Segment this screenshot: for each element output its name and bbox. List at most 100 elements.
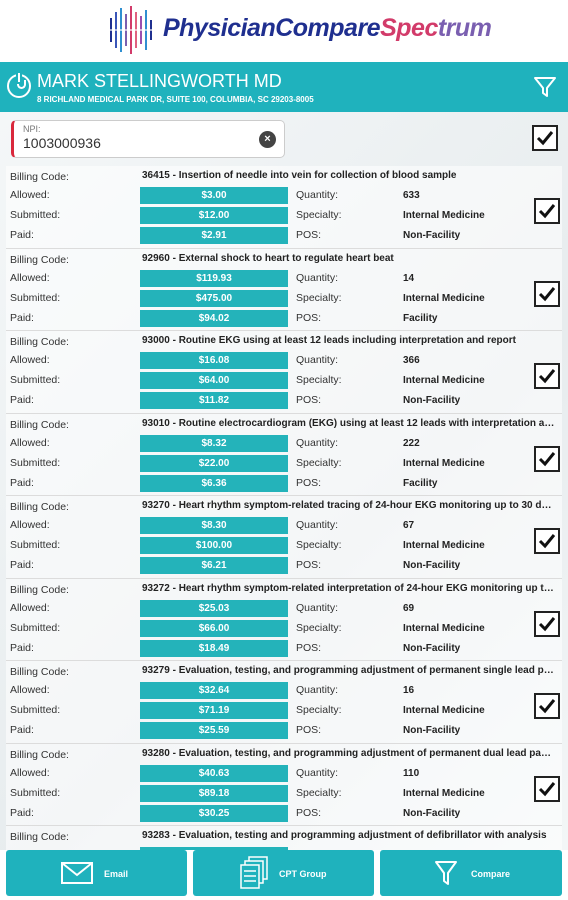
- paid-label: Paid:: [10, 311, 34, 324]
- cpt-group-button[interactable]: CPT Group: [193, 850, 374, 896]
- pos-value: Non-Facility: [403, 642, 461, 654]
- paid-label: Paid:: [10, 394, 34, 406]
- quantity-value: 69: [403, 602, 415, 614]
- billing-record[interactable]: Billing Code: 93280 - Evaluation, testing…: [6, 743, 562, 826]
- quantity-label: Quantity:: [296, 601, 339, 614]
- checkmark-icon: [538, 204, 556, 219]
- billing-record[interactable]: Billing Code: 93010 - Routine electrocard…: [6, 413, 562, 496]
- bottom-toolbar: Email CPT Group Compare: [0, 850, 568, 900]
- submitted-label: Submitted:: [10, 209, 61, 221]
- quantity-value: 633: [403, 190, 420, 201]
- submitted-amount: $12.00: [140, 207, 288, 224]
- submitted-amount: $475.00: [140, 289, 288, 307]
- allowed-amount: $8.32: [140, 434, 288, 452]
- pos-value: Facility: [403, 312, 438, 324]
- npi-input[interactable]: [23, 135, 243, 151]
- pos-label: POS:: [296, 806, 322, 819]
- paid-label: Paid:: [10, 229, 34, 241]
- compare-button[interactable]: Compare: [380, 850, 562, 896]
- specialty-value: Internal Medicine: [403, 375, 485, 386]
- submitted-label: Submitted:: [10, 291, 61, 304]
- billing-record[interactable]: Billing Code: 93283 - Evaluation, testing…: [6, 826, 562, 850]
- pos-value: Non-Facility: [403, 725, 461, 736]
- record-checkbox[interactable]: [534, 775, 560, 802]
- clear-icon[interactable]: ×: [259, 131, 276, 148]
- pos-label: POS:: [296, 559, 322, 571]
- allowed-label: Allowed:: [10, 354, 50, 366]
- quantity-label: Quantity:: [296, 189, 339, 201]
- filter-icon: [435, 861, 457, 885]
- specialty-value: Internal Medicine: [403, 210, 485, 221]
- billing-code-label: Billing Code:: [10, 666, 69, 678]
- pos-label: POS:: [296, 476, 322, 489]
- pos-value: Non-Facility: [403, 395, 461, 406]
- submitted-label: Submitted:: [10, 374, 61, 386]
- submitted-amount: $22.00: [140, 454, 288, 472]
- app-logo-bar: PhysicianCompareSpectrum: [0, 0, 568, 62]
- submitted-label: Submitted:: [10, 704, 61, 716]
- record-checkbox[interactable]: [534, 280, 560, 307]
- checkmark-icon: [538, 286, 556, 301]
- specialty-value: Internal Medicine: [403, 457, 485, 469]
- results-area[interactable]: NPI: × Billing Code: 36415 - Insertion of…: [0, 112, 568, 850]
- billing-record[interactable]: Billing Code: 93279 - Evaluation, testing…: [6, 661, 562, 744]
- checkmark-icon: [536, 131, 554, 146]
- allowed-amount: $16.08: [140, 352, 288, 369]
- power-icon[interactable]: [7, 73, 31, 98]
- billing-code-label: Billing Code:: [10, 583, 69, 596]
- submitted-label: Submitted:: [10, 786, 61, 799]
- quantity-value: 222: [403, 437, 420, 449]
- allowed-amount: $40.63: [140, 764, 288, 782]
- billing-code-value: 93010 - Routine electrocardiogram (EKG) …: [142, 417, 556, 429]
- specialty-label: Specialty:: [296, 374, 342, 386]
- specialty-value: Internal Medicine: [403, 705, 485, 716]
- specialty-label: Specialty:: [296, 621, 342, 634]
- billing-record[interactable]: Billing Code: 36415 - Insertion of needle…: [6, 166, 562, 249]
- record-checkbox[interactable]: [534, 693, 560, 719]
- record-checkbox[interactable]: [534, 445, 560, 472]
- quantity-value: 16: [403, 685, 415, 696]
- quantity-label: Quantity:: [296, 766, 339, 779]
- billing-record[interactable]: Billing Code: 93270 - Heart rhythm sympto…: [6, 496, 562, 579]
- specialty-label: Specialty:: [296, 704, 342, 716]
- select-all-checkbox[interactable]: [532, 125, 558, 151]
- pos-label: POS:: [296, 229, 322, 241]
- specialty-label: Specialty:: [296, 209, 342, 221]
- allowed-label: Allowed:: [10, 271, 50, 284]
- filter-icon[interactable]: [532, 74, 558, 100]
- npi-search-field[interactable]: NPI: ×: [11, 120, 285, 158]
- email-button-label: Email: [104, 869, 129, 879]
- submitted-amount: $71.19: [140, 702, 288, 719]
- paid-label: Paid:: [10, 476, 34, 489]
- billing-code-value: 93280 - Evaluation, testing, and program…: [142, 747, 556, 759]
- billing-record[interactable]: Billing Code: 92960 - External shock to h…: [6, 248, 562, 331]
- pos-label: POS:: [296, 394, 322, 406]
- quantity-value: 67: [403, 520, 415, 531]
- pos-label: POS:: [296, 724, 322, 736]
- allowed-amount: $8.30: [140, 517, 288, 534]
- billing-code-label: Billing Code:: [10, 171, 69, 183]
- record-checkbox[interactable]: [534, 363, 560, 389]
- billing-record[interactable]: Billing Code: 93272 - Heart rhythm sympto…: [6, 578, 562, 661]
- allowed-label: Allowed:: [10, 601, 50, 614]
- billing-record[interactable]: Billing Code: 93000 - Routine EKG using a…: [6, 331, 562, 414]
- billing-code-label: Billing Code:: [10, 336, 69, 348]
- billing-record-list[interactable]: Billing Code: 36415 - Insertion of needle…: [6, 166, 562, 850]
- paid-amount: $18.49: [140, 639, 288, 657]
- submitted-label: Submitted:: [10, 539, 61, 551]
- paid-amount: $6.21: [140, 557, 288, 574]
- record-checkbox[interactable]: [534, 198, 560, 224]
- checkmark-icon: [538, 699, 556, 714]
- paid-label: Paid:: [10, 724, 34, 736]
- billing-code-label: Billing Code:: [10, 418, 69, 431]
- quantity-value: 14: [403, 272, 415, 284]
- cpt-group-button-label: CPT Group: [279, 869, 327, 879]
- billing-code-value: 93270 - Heart rhythm symptom-related tra…: [142, 500, 556, 511]
- email-button[interactable]: Email: [6, 850, 187, 896]
- specialty-label: Specialty:: [296, 786, 342, 799]
- paid-amount: $25.59: [140, 722, 288, 739]
- documents-icon: [240, 856, 268, 889]
- billing-code-label: Billing Code:: [10, 831, 69, 843]
- record-checkbox[interactable]: [534, 610, 560, 637]
- record-checkbox[interactable]: [534, 528, 560, 554]
